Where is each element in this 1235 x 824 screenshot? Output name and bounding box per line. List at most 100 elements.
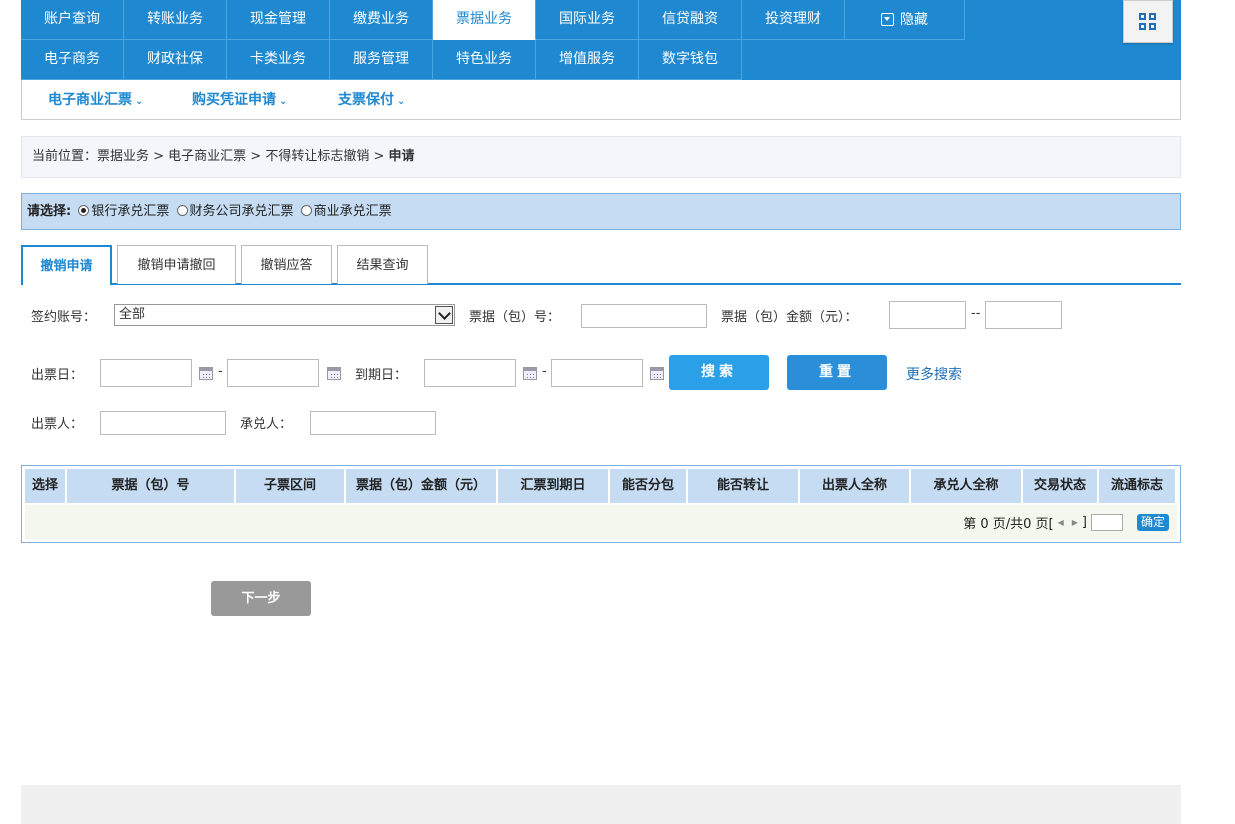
- subnav-label: 购买凭证申请: [192, 92, 276, 108]
- nav-item-payment[interactable]: 缴费业务: [330, 0, 433, 40]
- account-label: 签约账号：: [31, 310, 97, 325]
- drawer-label: 出票人：: [31, 417, 84, 432]
- issue-date-start-input[interactable]: [100, 359, 192, 387]
- nav-item-account-query[interactable]: 账户查询: [21, 0, 124, 40]
- nav-item-investment[interactable]: 投资理财: [742, 0, 845, 40]
- results-table: 选择 票据（包）号 子票区间 票据（包）金额（元） 汇票到期日 能否分包 能否转…: [21, 465, 1181, 543]
- nav-item-credit[interactable]: 信贷融资: [639, 0, 742, 40]
- col-circulation-flag: 流通标志: [1099, 469, 1175, 503]
- tab-revoke-withdraw[interactable]: 撤销申请撤回: [117, 245, 236, 284]
- issue-date-end-input[interactable]: [227, 359, 319, 387]
- issue-date-label: 出票日：: [31, 368, 84, 383]
- nav-item-service[interactable]: 服务管理: [330, 40, 433, 80]
- more-search-link[interactable]: 更多搜索: [906, 364, 962, 384]
- reset-button[interactable]: 重置: [787, 355, 887, 390]
- nav-item-transfer[interactable]: 转账业务: [124, 0, 227, 40]
- calendar-icon[interactable]: [650, 367, 664, 380]
- nav-item-bills[interactable]: 票据业务: [433, 0, 536, 40]
- bill-no-label: 票据（包）号：: [469, 310, 561, 325]
- nav-item-digital-wallet[interactable]: 数字钱包: [639, 40, 742, 80]
- next-page-icon[interactable]: ▶: [1072, 518, 1078, 527]
- breadcrumb: 当前位置：票据业务 > 电子商业汇票 > 不得转让标志撤销 > 申请: [21, 136, 1181, 178]
- table-header: 选择 票据（包）号 子票区间 票据（包）金额（元） 汇票到期日 能否分包 能否转…: [25, 469, 1175, 503]
- tab-revoke-apply[interactable]: 撤销申请: [21, 245, 112, 285]
- acceptor-input[interactable]: [310, 411, 436, 435]
- due-date-label: 到期日：: [355, 368, 408, 383]
- sub-nav: 电子商业汇票 ⌄ 购买凭证申请 ⌄ 支票保付 ⌄: [21, 80, 1181, 120]
- chevron-down-icon: [435, 306, 453, 324]
- page-confirm-button[interactable]: 确定: [1136, 514, 1169, 531]
- collapse-icon: [881, 13, 894, 26]
- bill-type-label: 请选择:: [27, 204, 72, 219]
- chevron-down-icon: ⌄: [279, 96, 288, 107]
- radio-commercial-acceptance[interactable]: [300, 205, 312, 216]
- col-sub-range: 子票区间: [236, 469, 344, 503]
- nav-item-value-added[interactable]: 增值服务: [536, 40, 639, 80]
- col-amount: 票据（包）金额（元）: [346, 469, 496, 503]
- nav-item-featured[interactable]: 特色业务: [433, 40, 536, 80]
- radio-bank-acceptance[interactable]: [78, 205, 90, 216]
- nav-item-finance-social[interactable]: 财政社保: [124, 40, 227, 80]
- footer: [21, 785, 1181, 824]
- chevron-down-icon: ⌄: [397, 96, 406, 107]
- amount-label: 票据（包）金额（元）：: [721, 310, 858, 325]
- account-select[interactable]: 全部: [114, 304, 455, 326]
- nav-item-card[interactable]: 卡类业务: [227, 40, 330, 80]
- amount-min-input[interactable]: [889, 301, 966, 329]
- nav-row-2: 电子商务 财政社保 卡类业务 服务管理 特色业务 增值服务 数字钱包: [21, 40, 742, 80]
- option-bank-acceptance[interactable]: 银行承兑汇票: [91, 204, 169, 219]
- col-drawer-name: 出票人全称: [800, 469, 909, 503]
- app-grid-button[interactable]: [1123, 0, 1173, 43]
- due-date-end-input[interactable]: [551, 359, 643, 387]
- nav-item-cash-management[interactable]: 现金管理: [227, 0, 330, 40]
- bill-no-input[interactable]: [581, 304, 707, 328]
- col-select: 选择: [25, 469, 65, 503]
- tab-revoke-response[interactable]: 撤销应答: [241, 245, 332, 284]
- pager-text: 第 0 页/共0 页[: [963, 517, 1054, 532]
- col-trade-status: 交易状态: [1023, 469, 1097, 503]
- hide-nav-button[interactable]: 隐藏: [845, 0, 965, 40]
- due-date-dash: -: [542, 364, 547, 379]
- drawer-input[interactable]: [100, 411, 226, 435]
- pager-close: ]: [1081, 515, 1087, 530]
- col-bill-no: 票据（包）号: [67, 469, 234, 503]
- subnav-item-check-guarantee[interactable]: 支票保付 ⌄: [338, 89, 405, 109]
- chevron-down-icon: ⌄: [135, 96, 144, 107]
- pager: 第 0 页/共0 页[ ◀ ▶ ] 确定: [963, 513, 1169, 532]
- next-step-button[interactable]: 下一步: [211, 581, 311, 616]
- amount-max-input[interactable]: [985, 301, 1062, 329]
- subnav-label: 电子商业汇票: [48, 92, 132, 108]
- hide-nav-label: 隐藏: [900, 11, 928, 28]
- amount-range-separator: --: [971, 306, 981, 321]
- due-date-start-input[interactable]: [424, 359, 516, 387]
- nav-item-international[interactable]: 国际业务: [536, 0, 639, 40]
- account-select-value: 全部: [119, 307, 146, 322]
- option-finance-company-acceptance[interactable]: 财务公司承兑汇票: [190, 204, 294, 219]
- prev-page-icon[interactable]: ◀: [1058, 518, 1064, 527]
- nav-item-ecommerce[interactable]: 电子商务: [21, 40, 124, 80]
- page-number-input[interactable]: [1090, 514, 1123, 531]
- table-pager-row: 第 0 页/共0 页[ ◀ ▶ ] 确定: [25, 505, 1177, 539]
- col-acceptor-name: 承兑人全称: [911, 469, 1021, 503]
- tab-bar: 撤销申请 撤销申请撤回 撤销应答 结果查询: [21, 245, 1181, 285]
- breadcrumb-path: 当前位置：票据业务 > 电子商业汇票 > 不得转让标志撤销 >: [32, 149, 389, 164]
- nav-row-1: 账户查询 转账业务 现金管理 缴费业务 票据业务 国际业务 信贷融资 投资理财 …: [21, 0, 965, 40]
- tab-result-query[interactable]: 结果查询: [337, 245, 428, 284]
- subnav-label: 支票保付: [338, 92, 394, 108]
- acceptor-label: 承兑人：: [240, 417, 293, 432]
- grid-icon: [1139, 12, 1157, 31]
- bill-type-selector: 请选择: 银行承兑汇票 财务公司承兑汇票 商业承兑汇票: [21, 193, 1181, 230]
- breadcrumb-current: 申请: [388, 149, 415, 164]
- col-due-date: 汇票到期日: [498, 469, 608, 503]
- radio-finance-company-acceptance[interactable]: [176, 205, 188, 216]
- search-button[interactable]: 搜索: [669, 355, 769, 390]
- subnav-item-e-commercial-draft[interactable]: 电子商业汇票 ⌄: [48, 89, 143, 109]
- col-splittable: 能否分包: [610, 469, 686, 503]
- calendar-icon[interactable]: [199, 367, 213, 380]
- calendar-icon[interactable]: [327, 367, 341, 380]
- calendar-icon[interactable]: [523, 367, 537, 380]
- option-commercial-acceptance[interactable]: 商业承兑汇票: [314, 204, 392, 219]
- col-transferable: 能否转让: [688, 469, 798, 503]
- subnav-item-voucher-purchase[interactable]: 购买凭证申请 ⌄: [192, 89, 287, 109]
- issue-date-dash: -: [218, 364, 223, 379]
